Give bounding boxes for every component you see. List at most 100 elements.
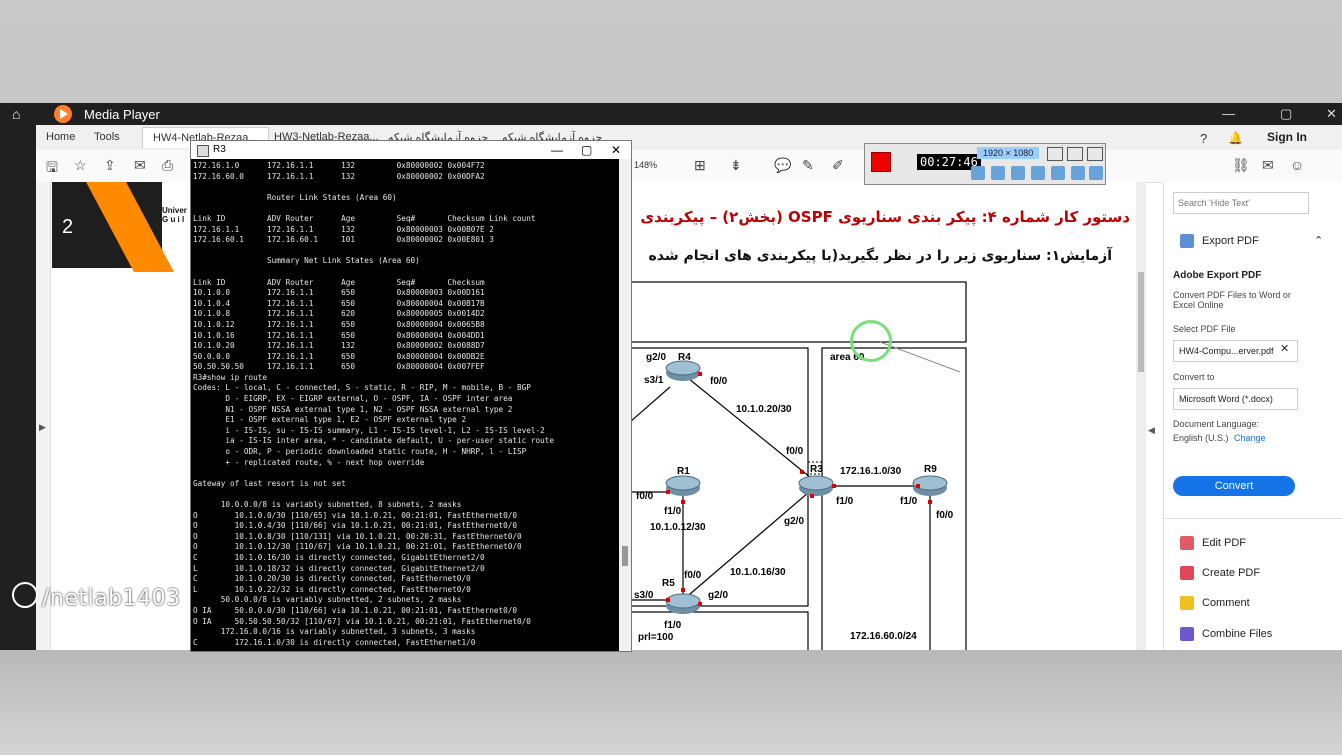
- combine-files-tool[interactable]: Combine Files: [1202, 628, 1272, 640]
- zoom-level[interactable]: 148%: [634, 160, 657, 170]
- search-input[interactable]: Search 'Hide Text': [1173, 192, 1309, 214]
- terminal-line: C 10.1.0.16/30 is directly connected, Gi…: [193, 552, 485, 562]
- print-icon[interactable]: ⎙: [162, 157, 173, 174]
- terminal-line: 10.1.0.0 172.16.1.1 650 0x80000003 0x00D…: [193, 288, 485, 298]
- terminal-line: Gateway of last resort is not set: [193, 478, 346, 488]
- account-icon[interactable]: ☺: [1290, 157, 1304, 173]
- adobe-export-heading: Adobe Export PDF: [1173, 270, 1262, 281]
- minimize-icon[interactable]: —: [1222, 106, 1235, 121]
- terminal-line: o - ODR, P - periodic downloaded static …: [193, 447, 527, 457]
- player-title: Media Player: [84, 107, 160, 122]
- change-language-link[interactable]: Change: [1234, 433, 1266, 443]
- terminal-line: Summary Net Link States (Area 60): [193, 256, 420, 266]
- help-icon[interactable]: ?: [1200, 131, 1207, 146]
- export-pdf-tool[interactable]: Export PDF: [1202, 235, 1259, 247]
- sign-in-button[interactable]: Sign In: [1267, 130, 1307, 144]
- terminal-line: Codes: L - local, C - connected, S - sta…: [193, 383, 531, 393]
- network-topology-diagram: R4 R1 R3 R5 R9 area 60 g2/0 s3/1 f0/0 10…: [630, 281, 967, 650]
- svg-text:172.16.60.0/24: 172.16.60.0/24: [850, 631, 917, 642]
- recorder-minimize-icon[interactable]: [1067, 147, 1083, 161]
- convert-button[interactable]: Convert: [1173, 476, 1295, 496]
- router-r1: [665, 475, 701, 496]
- terminal-close-icon[interactable]: ✕: [611, 141, 621, 159]
- create-pdf-tool[interactable]: Create PDF: [1202, 567, 1260, 579]
- terminal-line: D - EIGRP, EX - EIGRP external, O - OSPF…: [193, 394, 513, 404]
- upload-icon[interactable]: ⇪: [104, 157, 116, 174]
- comment-tool[interactable]: Comment: [1202, 597, 1250, 609]
- terminal-scrollbar[interactable]: [619, 159, 631, 651]
- bell-icon[interactable]: 🔔: [1228, 131, 1243, 145]
- svg-text:172.16.1.0/30: 172.16.1.0/30: [840, 466, 902, 477]
- document-scrollbar[interactable]: [1136, 182, 1146, 650]
- label-r1: R1: [677, 466, 690, 477]
- collapse-panel-icon[interactable]: ◀: [1148, 425, 1155, 436]
- terminal-line: O IA 50.0.0.0/30 [110/66] via 10.1.0.21,…: [193, 605, 517, 615]
- draw-icon[interactable]: ✐: [832, 157, 844, 174]
- recorder-folder-icon[interactable]: [1071, 166, 1085, 180]
- link-icon[interactable]: ⛓: [1232, 157, 1250, 174]
- collapse-icon[interactable]: ⌃: [1314, 234, 1323, 247]
- player-titlebar: ⌂ Media Player — ▢ ✕: [0, 103, 1342, 125]
- expand-arrow-icon[interactable]: ▶: [39, 422, 46, 433]
- highlight-icon[interactable]: ✎: [802, 157, 814, 174]
- terminal-app-icon: [197, 145, 209, 157]
- left-nav-pane[interactable]: ▶: [36, 182, 51, 650]
- select-pdf-label: Select PDF File: [1173, 324, 1236, 334]
- terminal-line: R3#show ip route: [193, 372, 268, 382]
- terminal-minimize-icon[interactable]: —: [551, 141, 563, 159]
- recorder-settings-icon[interactable]: [1089, 166, 1103, 180]
- tab-tools[interactable]: Tools: [94, 131, 120, 143]
- terminal-line: 172.16.1.1 172.16.1.1 132 0x80000003 0x0…: [193, 224, 494, 234]
- fit-page-icon[interactable]: ⊞: [694, 157, 706, 174]
- recorder-pen-icon[interactable]: [1051, 166, 1065, 180]
- home-icon[interactable]: ⌂: [12, 106, 20, 122]
- svg-text:s3/1: s3/1: [644, 375, 664, 386]
- recorder-close-icon[interactable]: [1087, 147, 1103, 161]
- svg-text:f1/0: f1/0: [664, 620, 682, 631]
- svg-text:g2/0: g2/0: [708, 590, 728, 601]
- terminal-line: C 10.1.0.20/30 is directly connected, Fa…: [193, 574, 471, 584]
- record-stop-button[interactable]: [871, 152, 891, 172]
- page-thumbnail[interactable]: 2 Univer G u i l: [52, 182, 192, 650]
- recorder-cursor-icon[interactable]: [1031, 166, 1045, 180]
- envelope-icon[interactable]: ✉: [1262, 157, 1274, 174]
- maximize-icon[interactable]: ▢: [1280, 106, 1292, 122]
- close-icon[interactable]: ✕: [1326, 106, 1337, 122]
- terminal-line: i - IS-IS, su - IS-IS summary, L1 - IS-I…: [193, 425, 545, 435]
- recorder-window-icon[interactable]: [1047, 147, 1063, 161]
- page-number: 2: [62, 216, 74, 238]
- create-pdf-icon: [1180, 566, 1194, 580]
- edit-pdf-icon: [1180, 536, 1194, 550]
- convert-description: Convert PDF Files to Word or Excel Onlin…: [1173, 290, 1291, 310]
- comment-tool-icon: [1180, 596, 1194, 610]
- format-select[interactable]: Microsoft Word (*.docx): [1173, 388, 1298, 410]
- svg-text:f1/0: f1/0: [836, 496, 854, 507]
- svg-text:f0/0: f0/0: [684, 570, 702, 581]
- comment-icon[interactable]: 💬: [774, 157, 791, 174]
- mail-icon[interactable]: ✉: [134, 157, 146, 174]
- recorder-mic-icon[interactable]: [991, 166, 1005, 180]
- scroll-mode-icon[interactable]: ⇟: [730, 157, 742, 174]
- router-r5: [665, 593, 701, 614]
- terminal-line: O 10.1.0.12/30 [110/67] via 10.1.0.21, 0…: [193, 542, 522, 552]
- router-terminal-window[interactable]: R3 — ▢ ✕ 172.16.1.0 172.16.1.1 132 0x800…: [190, 140, 632, 652]
- terminal-scroll-thumb[interactable]: [622, 546, 628, 566]
- scroll-thumb[interactable]: [1138, 272, 1144, 372]
- edit-pdf-tool[interactable]: Edit PDF: [1202, 537, 1246, 549]
- recorder-webcam-icon[interactable]: [1011, 166, 1025, 180]
- terminal-titlebar[interactable]: R3 — ▢ ✕: [191, 141, 631, 159]
- star-icon[interactable]: ☆: [74, 157, 87, 174]
- save-icon[interactable]: 🖫: [46, 157, 58, 181]
- recorder-speaker-icon[interactable]: [971, 166, 985, 180]
- terminal-line: 50.50.50.50 172.16.1.1 650 0x80000004 0x…: [193, 362, 485, 372]
- terminal-maximize-icon[interactable]: ▢: [581, 141, 592, 159]
- clear-file-icon[interactable]: ✕: [1280, 342, 1289, 355]
- svg-text:g2/0: g2/0: [784, 516, 804, 527]
- label-r9: R9: [924, 464, 937, 475]
- tab-home[interactable]: Home: [46, 131, 75, 143]
- svg-text:10.1.0.16/30: 10.1.0.16/30: [730, 567, 786, 578]
- svg-text:prl=100: prl=100: [638, 632, 674, 643]
